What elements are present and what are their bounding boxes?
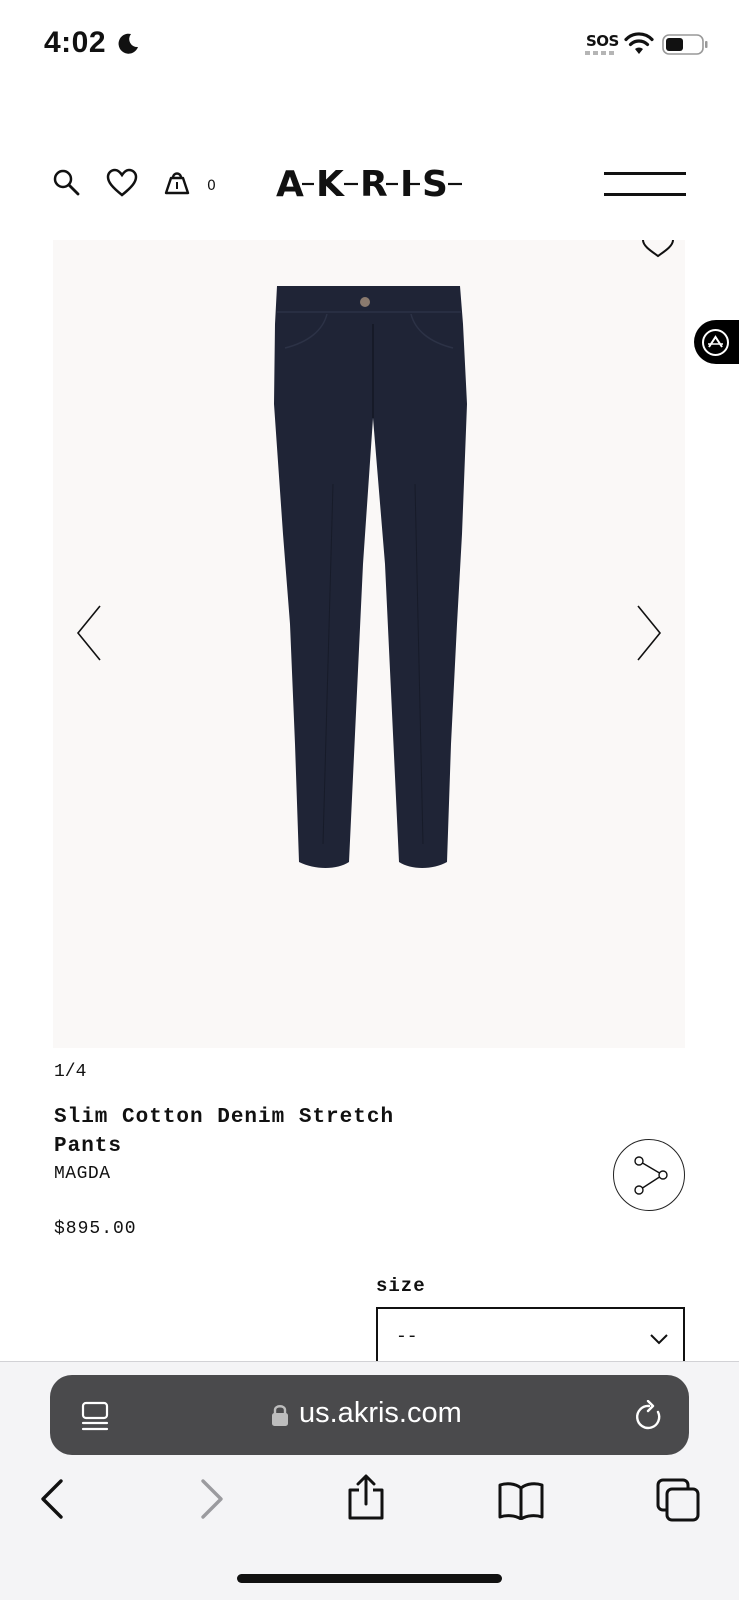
size-label: size (376, 1275, 426, 1297)
home-indicator[interactable] (237, 1574, 502, 1583)
wifi-icon (624, 32, 654, 54)
gallery-counter: 1/4 (54, 1062, 87, 1082)
tabs-overview-icon[interactable] (656, 1478, 700, 1522)
assistant-badge[interactable] (694, 320, 739, 364)
share-icon[interactable] (346, 1474, 386, 1520)
lock-icon (272, 1405, 288, 1426)
reload-icon[interactable] (634, 1400, 664, 1432)
chevron-down-icon (650, 1334, 668, 1345)
cart-count: 0 (207, 178, 216, 194)
product-price: $895.00 (54, 1219, 137, 1239)
product-image (274, 286, 467, 868)
forward-icon[interactable] (200, 1478, 224, 1520)
product-gallery[interactable] (53, 240, 685, 1048)
prev-arrow-icon[interactable] (76, 604, 102, 662)
svg-text:K: K (316, 164, 345, 202)
svg-text:A: A (276, 164, 304, 202)
next-arrow-icon[interactable] (636, 604, 662, 662)
signal-dots (585, 51, 615, 55)
product-line-name: MAGDA (54, 1164, 111, 1184)
sos-indicator: SOS (586, 32, 619, 50)
tabs-icon[interactable] (80, 1400, 110, 1432)
status-time: 4:02 (44, 26, 107, 59)
bookmarks-icon[interactable] (498, 1480, 544, 1520)
wishlist-icon[interactable] (641, 238, 675, 258)
share-nodes-icon (634, 1156, 668, 1195)
size-select-value: -- (396, 1327, 418, 1347)
url-text[interactable]: us.akris.com (299, 1397, 462, 1430)
search-icon[interactable] (52, 168, 80, 196)
menu-icon[interactable] (604, 170, 686, 198)
status-bar: 4:02 SOS (0, 0, 739, 90)
assistant-glyph (708, 335, 723, 348)
akris-logo[interactable]: A K R I S (276, 162, 466, 202)
svg-text:S: S (422, 164, 448, 202)
heart-icon[interactable] (106, 168, 138, 198)
back-icon[interactable] (40, 1478, 64, 1520)
product-title: Slim Cotton Denim Stretch Pants (54, 1106, 395, 1158)
bag-icon[interactable] (163, 168, 191, 196)
share-button[interactable] (613, 1139, 685, 1211)
svg-text:R: R (360, 164, 388, 202)
battery-icon (662, 34, 708, 55)
moon-icon (118, 33, 138, 54)
